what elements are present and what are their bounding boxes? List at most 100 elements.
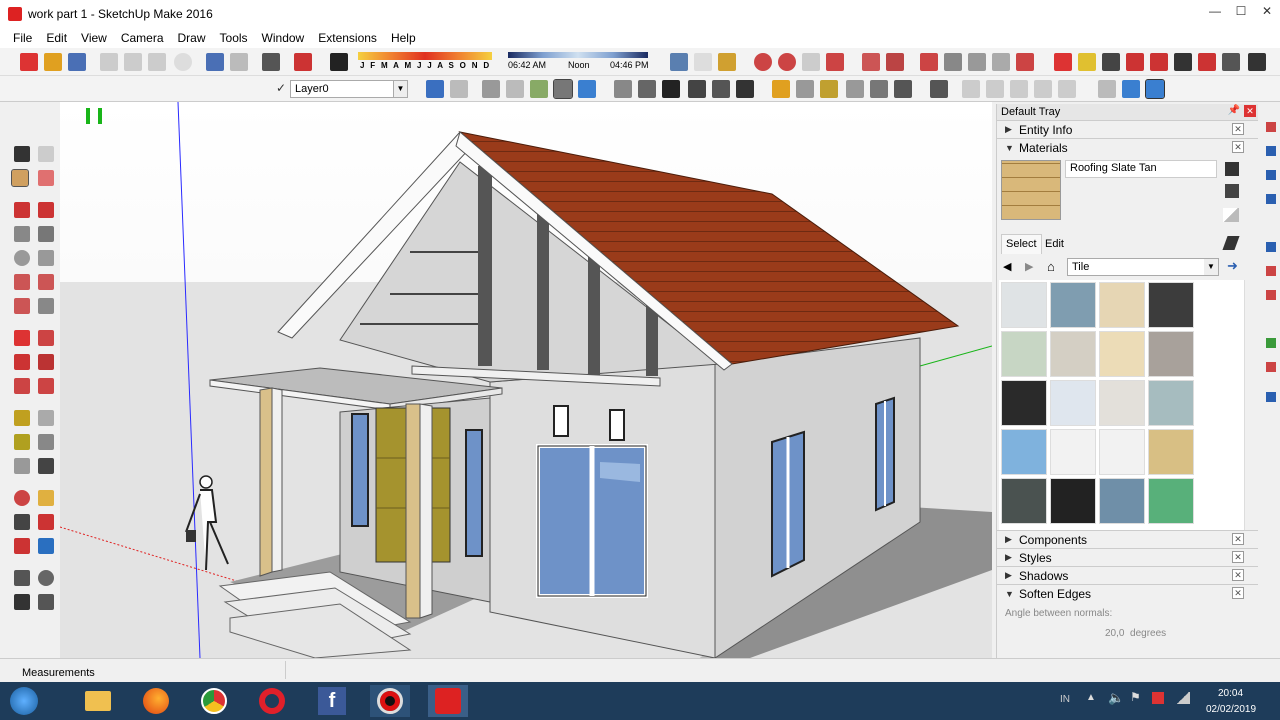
wireframe-icon[interactable] [482,80,500,98]
pie-icon[interactable] [38,298,54,314]
menu-edit[interactable]: Edit [39,31,74,45]
3d-text-tool-icon[interactable] [38,458,54,474]
extension-warehouse-icon[interactable] [718,53,736,71]
previous-tool-icon[interactable] [38,538,54,554]
arc-icon[interactable] [14,274,30,290]
view-iso-icon[interactable] [920,53,938,71]
3d-text-icon[interactable] [870,80,888,98]
details-arrow-icon[interactable]: ➜ [1227,258,1238,274]
strip-icon[interactable] [1266,362,1276,372]
language-indicator[interactable]: IN [1060,694,1070,705]
taskbar-opera[interactable] [252,685,292,717]
time-slider[interactable]: 06:42 AM Noon 04:46 PM [508,52,649,72]
close-panel-icon[interactable]: ✕ [1232,141,1244,153]
section-display-icon[interactable] [1098,80,1116,98]
text-icon[interactable] [820,80,838,98]
material-name-input[interactable]: Roofing Slate Tan [1065,160,1217,178]
follow-me-icon[interactable] [38,354,54,370]
components-panel[interactable]: ▶ Components ✕ [997,530,1258,548]
strip-icon[interactable] [1266,266,1276,276]
view-back-icon[interactable] [1016,53,1034,71]
material-swatch[interactable] [1148,478,1194,524]
position-camera-icon[interactable] [1198,53,1216,71]
orbit-tool-icon[interactable] [14,490,30,506]
new-file-icon[interactable] [20,53,38,71]
menu-view[interactable]: View [74,31,114,45]
text-tool-icon[interactable] [38,434,54,450]
home-front-icon[interactable] [662,80,680,98]
back-arrow-icon[interactable]: ◀ [1003,260,1011,273]
back-edges-icon[interactable] [450,80,468,98]
zoom-window-icon[interactable] [1126,53,1144,71]
camera-icon[interactable] [930,80,948,98]
model-viewport[interactable] [60,102,992,658]
strip-icon[interactable] [1266,338,1276,348]
pan-tool-icon[interactable] [38,490,54,506]
sandbox-icon-4[interactable] [826,53,844,71]
soften-edges-panel[interactable]: ▼ Soften Edges ✕ [997,584,1258,602]
solid-tools-icon-2[interactable] [886,53,904,71]
maximize-button[interactable]: ☐ [1228,0,1254,22]
material-swatch[interactable] [1001,478,1047,524]
tab-select[interactable]: Select [1001,234,1042,254]
tape-measure-icon[interactable] [14,410,30,426]
start-button[interactable] [4,685,44,717]
protractor-icon[interactable] [796,80,814,98]
paint-bucket-icon[interactable] [11,169,29,187]
taskbar-sketchup[interactable] [428,685,468,717]
material-swatch[interactable] [1099,429,1145,475]
three-point-arc-icon[interactable] [14,298,30,314]
pin-icon[interactable]: 📌 [1228,105,1240,116]
flag-icon[interactable]: ⚑ [1130,690,1141,704]
walk-tool-icon[interactable] [14,594,30,610]
freehand-icon[interactable] [38,202,54,218]
two-point-arc-icon[interactable] [38,274,54,290]
redo-icon[interactable] [230,53,248,71]
menu-draw[interactable]: Draw [171,31,213,45]
menu-file[interactable]: File [6,31,39,45]
material-swatch[interactable] [1050,380,1096,426]
sample-paint-icon[interactable] [1225,184,1239,198]
menu-camera[interactable]: Camera [114,31,171,45]
security-icon[interactable] [1152,692,1164,704]
taskbar-facebook[interactable]: f [312,685,352,717]
style-icon-4[interactable] [1034,80,1052,98]
menu-tools[interactable]: Tools [213,31,255,45]
axes-tool-icon[interactable] [14,458,30,474]
material-swatch[interactable] [1001,331,1047,377]
position-camera-tool-icon[interactable] [14,570,30,586]
taskbar-firefox[interactable] [136,685,176,717]
menu-help[interactable]: Help [384,31,423,45]
taskbar-file-explorer[interactable] [78,685,118,717]
library-dropdown[interactable]: Tile ▼ [1067,258,1219,276]
strip-icon[interactable] [1266,122,1276,132]
zoom-extents-tool-icon[interactable] [14,538,30,554]
offset-icon[interactable] [38,378,54,394]
scale-icon[interactable] [14,378,30,394]
look-around-tool-icon[interactable] [38,570,54,586]
close-panel-icon[interactable]: ✕ [1232,551,1244,563]
xray-icon[interactable] [426,80,444,98]
sandbox-icon-2[interactable] [778,53,796,71]
zoom-extents-icon[interactable] [1150,53,1168,71]
menu-window[interactable]: Window [255,31,312,45]
axes-icon[interactable] [846,80,864,98]
tray-up-icon[interactable]: ▲ [1086,692,1096,703]
top-view-icon[interactable] [638,80,656,98]
entity-info-panel[interactable]: ▶ Entity Info ✕ [997,120,1258,138]
select-tool-icon[interactable] [14,146,30,162]
layer-dropdown[interactable]: Layer0 ▼ [290,80,408,98]
section-plane-tool-icon[interactable] [38,594,54,610]
taskbar-chrome[interactable] [194,685,234,717]
dimension-icon[interactable] [772,80,790,98]
save-icon[interactable] [68,53,86,71]
zoom-window-tool-icon[interactable] [38,514,54,530]
sandbox-icon-3[interactable] [802,53,820,71]
erase-icon[interactable] [174,53,192,71]
styles-panel[interactable]: ▶ Styles ✕ [997,548,1258,566]
right-view-icon[interactable] [688,80,706,98]
protractor-tool-icon[interactable] [14,434,30,450]
monochrome-icon[interactable] [578,80,596,98]
zoom-icon[interactable] [1102,53,1120,71]
materials-panel[interactable]: ▼ Materials ✕ [997,138,1258,156]
